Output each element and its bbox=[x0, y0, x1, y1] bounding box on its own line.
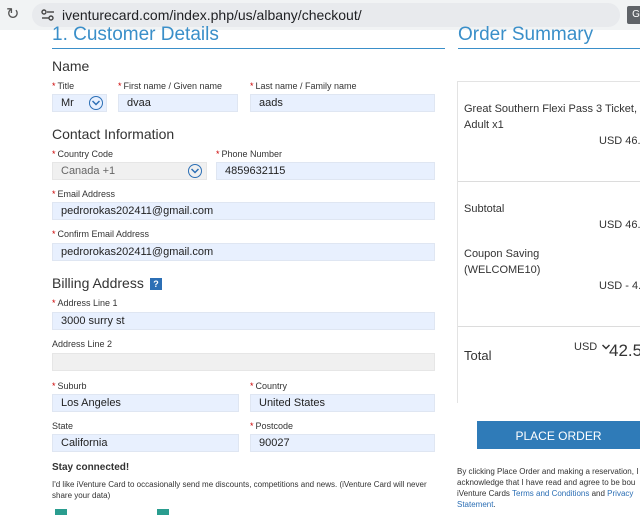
phone-input[interactable]: 4859632115 bbox=[216, 162, 435, 180]
total-label: Total bbox=[464, 348, 492, 363]
url-text: iventurecard.com/index.php/us/albany/che… bbox=[62, 7, 362, 23]
newsletter-text-line2: share your data) bbox=[52, 491, 111, 500]
coupon-value: USD - 4. bbox=[599, 280, 640, 292]
subtotal-label: Subtotal bbox=[464, 203, 505, 215]
item-name-line2: Adult x1 bbox=[464, 119, 504, 131]
suburb-label: * Suburb bbox=[52, 381, 87, 391]
contact-heading: Contact Information bbox=[52, 126, 175, 142]
summary-divider-1 bbox=[458, 181, 640, 182]
subtotal-value: USD 46. bbox=[599, 219, 640, 231]
item-price: USD 46. bbox=[599, 135, 640, 147]
country-code-chevron-down-icon[interactable] bbox=[188, 164, 202, 178]
currency-code: USD bbox=[574, 341, 598, 353]
coupon-code: (WELCOME10) bbox=[464, 264, 541, 276]
title-chevron-down-icon[interactable] bbox=[89, 96, 103, 110]
state-input[interactable]: California bbox=[52, 434, 239, 452]
title-label: * Title bbox=[52, 81, 75, 91]
billing-help-icon[interactable]: ? bbox=[150, 278, 162, 290]
country-code-select[interactable]: Canada +1 bbox=[52, 162, 207, 180]
customer-details-title: 1. Customer Details bbox=[52, 24, 219, 45]
suburb-input[interactable]: Los Angeles bbox=[52, 394, 239, 412]
confirm-email-input[interactable]: pedrorokas202411@gmail.com bbox=[52, 243, 435, 261]
email-input[interactable]: pedrorokas202411@gmail.com bbox=[52, 202, 435, 220]
address-line1-label: * Address Line 1 bbox=[52, 298, 118, 308]
phone-label: * Phone Number bbox=[216, 149, 283, 159]
last-name-input[interactable]: aads bbox=[250, 94, 435, 112]
address-line2-label: Address Line 2 bbox=[52, 339, 113, 349]
stay-connected-heading: Stay connected! bbox=[52, 462, 130, 473]
country-code-label: * Country Code bbox=[52, 149, 114, 159]
country-label: * Country bbox=[250, 381, 288, 391]
first-name-label: * First name / Given name bbox=[118, 81, 223, 91]
order-summary-rule bbox=[458, 48, 640, 49]
privacy-statement-link[interactable]: Statement bbox=[457, 500, 493, 509]
customer-details-rule bbox=[52, 48, 445, 49]
reload-icon[interactable]: ↻ bbox=[6, 6, 24, 24]
confirm-email-label: * Confirm Email Address bbox=[52, 229, 150, 239]
last-name-label: * Last name / Family name bbox=[250, 81, 357, 91]
translate-icon[interactable]: G bbox=[627, 6, 640, 24]
summary-divider-2 bbox=[458, 326, 640, 327]
legal-line1: By clicking Place Order and making a res… bbox=[457, 467, 639, 476]
order-summary-title: Order Summary bbox=[458, 24, 594, 45]
newsletter-text-line1: I'd like iVenture Card to occasionally s… bbox=[52, 480, 427, 489]
address-line2-input[interactable] bbox=[52, 353, 435, 371]
total-value: 42.5 bbox=[609, 341, 640, 360]
currency-select[interactable]: USD bbox=[574, 341, 611, 353]
site-settings-icon[interactable] bbox=[40, 7, 56, 23]
country-input[interactable]: United States bbox=[250, 394, 435, 412]
place-order-button[interactable]: PLACE ORDER bbox=[477, 421, 640, 449]
coupon-label: Coupon Saving bbox=[464, 248, 540, 260]
name-heading: Name bbox=[52, 58, 90, 74]
billing-heading: Billing Address bbox=[52, 275, 144, 291]
item-name-line1: Great Southern Flexi Pass 3 Ticket, bbox=[464, 103, 638, 115]
privacy-link[interactable]: Privacy bbox=[607, 489, 633, 498]
postcode-input[interactable]: 90027 bbox=[250, 434, 435, 452]
state-label: State bbox=[52, 421, 74, 431]
legal-line3: iVenture Cards Terms and Conditions and … bbox=[457, 489, 634, 498]
newsletter-checkbox[interactable] bbox=[55, 509, 67, 515]
postcode-label: * Postcode bbox=[250, 421, 294, 431]
terms-link[interactable]: Terms and Conditions bbox=[512, 489, 589, 498]
legal-line4: Statement. bbox=[457, 500, 496, 509]
email-label: * Email Address bbox=[52, 189, 116, 199]
first-name-input[interactable]: dvaa bbox=[118, 94, 238, 112]
terms-checkbox[interactable] bbox=[157, 509, 169, 515]
legal-line2: acknowledge that I have read and agree t… bbox=[457, 478, 636, 487]
address-line1-input[interactable]: 3000 surry st bbox=[52, 312, 435, 330]
